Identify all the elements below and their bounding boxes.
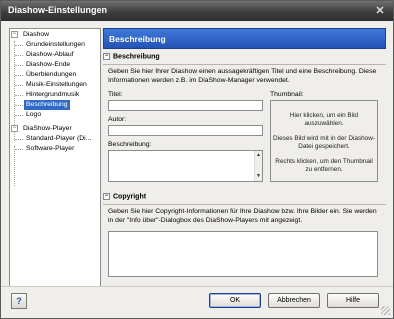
section-title: Copyright [113,193,147,201]
tree-line [14,146,15,186]
description-textarea[interactable]: ▲ ▼ [108,150,263,182]
tree-item-standard-player[interactable]: Standard-Player (Di... [24,134,93,144]
title-bar[interactable]: Diashow-Einstellungen ✕ [1,1,393,21]
section-beschreibung-header[interactable]: − Beschreibung [103,53,160,63]
section-description: Geben Sie hier Ihrer Diashow einen aussa… [108,68,377,84]
divider [1,286,393,287]
close-icon[interactable]: ✕ [373,4,387,18]
resize-grip-icon[interactable] [381,306,390,315]
section-copyright-header[interactable]: − Copyright [103,193,146,203]
tree-item-musik-einstellungen[interactable]: Musik-Einstellungen [24,80,89,90]
tree-item-diashow-ende[interactable]: Diashow-Ende [24,60,72,70]
title-input[interactable] [108,100,263,111]
description-label: Beschreibung: [108,141,152,148]
thumbnail-box[interactable]: Hier klicken, um ein Bild auszuwählen. D… [270,100,378,182]
tree-node-label: DiaShow-Player [23,125,72,132]
copyright-description: Geben Sie hier Copyright-Informationen f… [108,208,377,224]
tree-item-hintergrundmusik[interactable]: Hintergrundmusik [24,90,81,100]
divider [103,204,386,205]
panel-title: Beschreibung [109,34,166,44]
thumbnail-hint-select: Hier klicken, um ein Bild auszuwählen. [289,112,359,127]
settings-tree[interactable]: − Diashow Grundeinstellungen Diashow-Abl… [9,28,101,287]
scroll-up-icon[interactable]: ▲ [255,151,262,160]
tree-item-beschreibung[interactable]: Beschreibung [24,100,70,110]
ok-button[interactable]: OK [209,293,261,308]
tree-item-ueberblendungen[interactable]: Überblendungen [24,70,78,80]
window-title: Diashow-Einstellungen [8,5,108,15]
tree-item-grundeinstellungen[interactable]: Grundeinstellungen [24,40,87,50]
divider [103,64,386,65]
thumbnail-label: Thumbnail: [270,91,304,98]
collapse-icon[interactable]: − [11,31,18,38]
cancel-button[interactable]: Abbrechen [268,293,320,308]
thumbnail-hint-remove: Rechts klicken, um den Thumbnail zu entf… [275,158,373,173]
title-label: Titel: [108,91,123,98]
dialog-window: Diashow-Einstellungen ✕ − Diashow Grunde… [0,0,394,319]
thumbnail-hint-saved: Dieses Bild wird mit in der Diashow-Date… [273,135,375,150]
author-input[interactable] [108,125,263,136]
panel-header: Beschreibung [103,28,386,49]
collapse-icon[interactable]: − [11,125,18,132]
tree-item-logo[interactable]: Logo [24,110,43,120]
help-button[interactable]: Hilfe [327,293,379,308]
author-label: Autor: [108,116,127,123]
tree-item-software-player[interactable]: Software-Player [24,144,76,154]
tree-item-diashow-ablauf[interactable]: Diashow-Ablauf [24,50,76,60]
tree-node-label: Diashow [23,31,50,38]
scroll-down-icon[interactable]: ▼ [255,172,262,181]
collapse-icon[interactable]: − [103,53,110,60]
copyright-textarea[interactable] [108,231,378,277]
help-icon[interactable]: ? [11,293,27,309]
section-title: Beschreibung [113,53,160,61]
collapse-icon[interactable]: − [103,193,110,200]
description-scrollbar[interactable]: ▲ ▼ [254,151,262,181]
